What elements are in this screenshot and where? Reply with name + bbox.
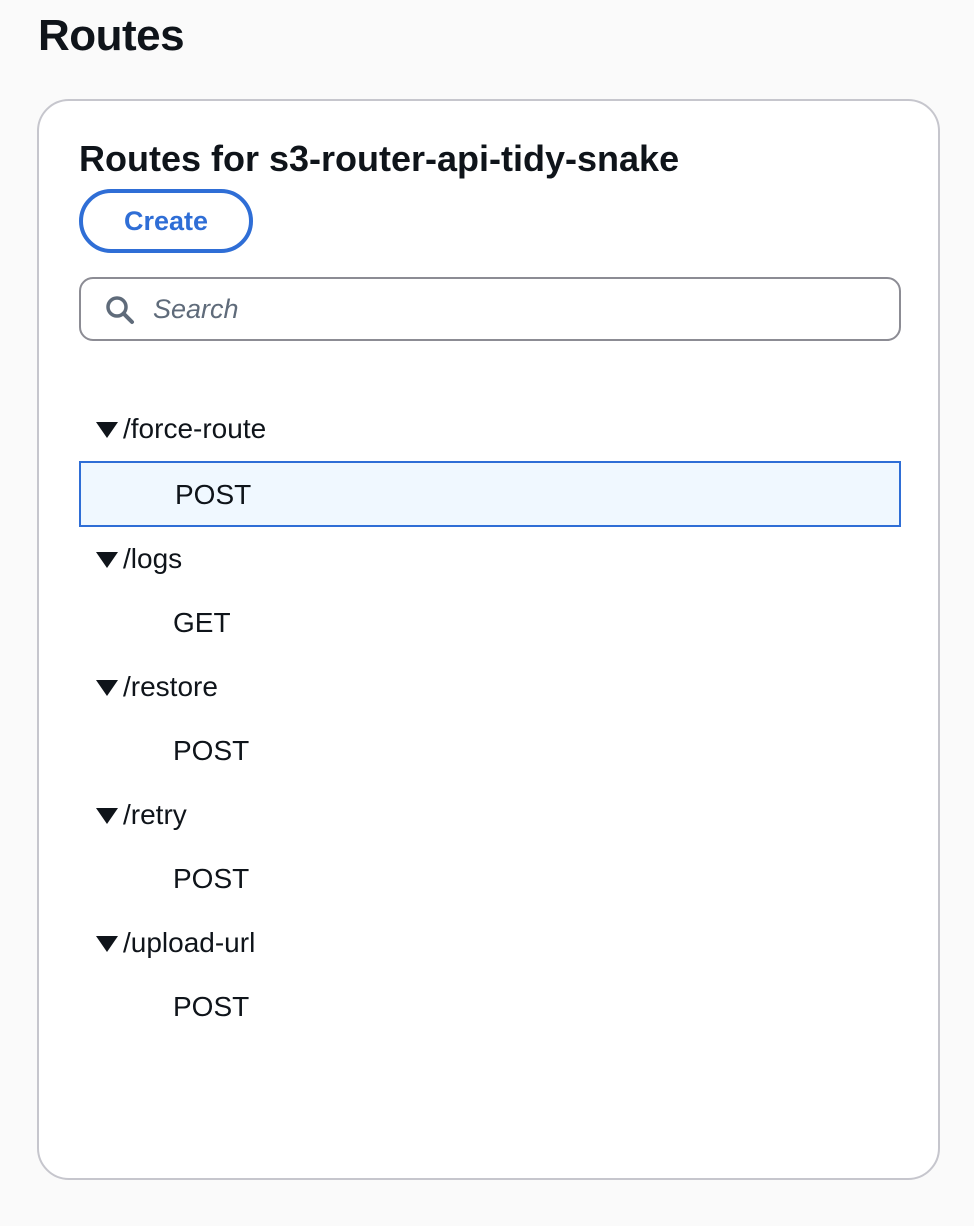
method-item-upload-url-post[interactable]: POST [79,975,901,1039]
method-item-restore-post[interactable]: POST [79,719,901,783]
caret-down-icon[interactable] [96,552,118,568]
search-icon [106,296,134,324]
route-path: /retry [123,799,187,830]
route-item-logs[interactable]: /logs [79,527,901,591]
route-path: /upload-url [123,927,256,958]
route-item-upload-url[interactable]: /upload-url [79,911,901,975]
method-label: POST [173,863,250,894]
create-button[interactable]: Create [79,189,253,253]
route-item-retry[interactable]: /retry [79,783,901,847]
caret-down-icon[interactable] [96,808,118,824]
method-item-logs-get[interactable]: GET [79,591,901,655]
route-group: /restore POST [79,655,901,783]
page-title: Routes [38,11,185,60]
route-path: /logs [123,543,183,574]
route-item-restore[interactable]: /restore [79,655,901,719]
routes-tree: /force-route POST /logs GET /restore POS… [79,397,901,1039]
search-field[interactable] [79,277,901,341]
method-label: POST [173,735,250,766]
route-item-force-route[interactable]: /force-route [79,397,901,461]
method-label: POST [173,991,250,1022]
caret-down-icon[interactable] [96,422,118,438]
route-path: /restore [123,671,218,702]
method-item-force-route-post[interactable]: POST [79,461,901,527]
method-label: GET [173,607,231,638]
search-input[interactable] [153,287,873,331]
method-item-retry-post[interactable]: POST [79,847,901,911]
caret-down-icon[interactable] [96,680,118,696]
panel-title: Routes for s3-router-api-tidy-snake [79,138,680,179]
caret-down-icon[interactable] [96,936,118,952]
route-group: /force-route POST [79,397,901,527]
routes-panel: Routes for s3-router-api-tidy-snake Crea… [37,99,940,1180]
route-group: /retry POST [79,783,901,911]
route-group: /upload-url POST [79,911,901,1039]
route-path: /force-route [123,413,267,444]
route-group: /logs GET [79,527,901,655]
method-label: POST [175,479,252,510]
